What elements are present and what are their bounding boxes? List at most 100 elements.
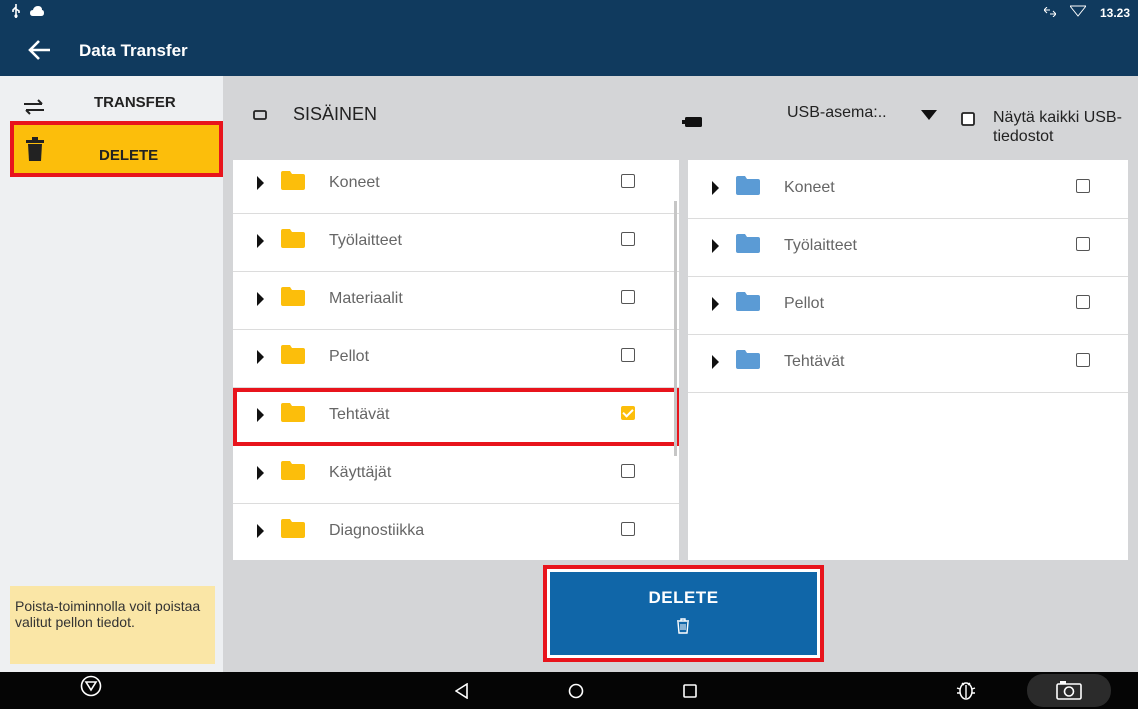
folder-checkbox[interactable] xyxy=(1076,295,1090,309)
status-bar: 13.23 xyxy=(0,0,1138,24)
folder-checkbox[interactable] xyxy=(621,348,635,362)
back-arrow-icon xyxy=(28,40,50,60)
folder-row[interactable]: Materiaalit xyxy=(233,272,679,330)
internal-storage-label: SISÄINEN xyxy=(293,104,378,124)
folder-icon xyxy=(736,234,760,258)
info-box: Poista-toiminnolla voit poistaa valitut … xyxy=(10,586,215,664)
delete-button[interactable]: DELETE xyxy=(550,572,817,655)
folder-checkbox[interactable] xyxy=(1076,237,1090,251)
folder-name: Diagnostiikka xyxy=(329,522,425,539)
internal-header: SISÄINEN xyxy=(253,104,377,125)
folder-name: Käyttäjät xyxy=(329,464,392,481)
data-transfer-icon xyxy=(1043,6,1057,20)
usb-drive-select-value: USB-asema:.. xyxy=(787,104,887,121)
folder-name: Koneet xyxy=(784,179,835,196)
tablet-icon xyxy=(253,104,267,125)
sidebar-item-label: TRANSFER xyxy=(94,94,176,111)
folder-icon xyxy=(736,292,760,316)
expand-chevron-icon[interactable] xyxy=(257,234,264,248)
assistant-button[interactable] xyxy=(80,675,102,702)
folder-icon xyxy=(281,519,305,543)
folder-name: Tehtävät xyxy=(329,406,390,423)
folder-row[interactable]: Tehtävät xyxy=(688,335,1128,393)
folder-checkbox[interactable] xyxy=(621,232,635,246)
expand-chevron-icon[interactable] xyxy=(712,181,719,195)
cloud-alert-icon xyxy=(30,5,44,20)
usb-icon xyxy=(10,4,22,21)
trash-icon xyxy=(26,137,44,166)
expand-chevron-icon[interactable] xyxy=(257,292,264,306)
folder-icon xyxy=(281,461,305,485)
expand-chevron-icon[interactable] xyxy=(257,176,264,190)
back-button[interactable] xyxy=(26,36,54,64)
folder-icon xyxy=(281,171,305,195)
expand-chevron-icon[interactable] xyxy=(257,350,264,364)
folder-icon xyxy=(736,350,760,374)
transfer-arrows-icon xyxy=(22,98,46,121)
status-time: 13.23 xyxy=(1099,5,1130,20)
folder-name: Koneet xyxy=(329,174,380,191)
expand-chevron-icon[interactable] xyxy=(712,297,719,311)
nav-back-icon xyxy=(454,682,468,700)
show-all-label: Näytä kaikki USB-tiedostot xyxy=(993,109,1122,145)
nav-home-icon xyxy=(568,683,584,699)
expand-chevron-icon[interactable] xyxy=(257,466,264,480)
folder-icon xyxy=(281,287,305,311)
usb-folder-list: Koneet Työlaitteet Pellot Tehtävät xyxy=(688,160,1128,560)
folder-row[interactable]: Diagnostiikka xyxy=(233,504,679,560)
bug-icon xyxy=(956,682,976,700)
usb-drive-select[interactable]: USB-asema:.. xyxy=(787,104,947,128)
folder-icon xyxy=(281,403,305,427)
folder-name: Pellot xyxy=(329,348,370,365)
triangle-circle-icon xyxy=(80,675,102,697)
folder-name: Työlaitteet xyxy=(784,237,857,254)
page-title: Data Transfer xyxy=(79,41,188,60)
wifi-icon xyxy=(1068,5,1088,20)
folder-icon xyxy=(736,176,760,200)
dropdown-caret-icon xyxy=(921,110,937,120)
folder-name: Tehtävät xyxy=(784,353,845,370)
app-bar: Data Transfer xyxy=(0,24,1138,76)
debug-button[interactable] xyxy=(955,679,977,706)
folder-name: Työlaitteet xyxy=(329,232,402,249)
folder-checkbox[interactable] xyxy=(621,174,635,188)
folder-icon xyxy=(281,345,305,369)
folder-checkbox[interactable] xyxy=(621,290,635,304)
folder-checkbox[interactable] xyxy=(621,464,635,478)
camera-icon xyxy=(1056,680,1082,705)
expand-chevron-icon[interactable] xyxy=(712,355,719,369)
show-all-usb-files-toggle[interactable]: Näytä kaikki USB-tiedostot xyxy=(961,108,1131,158)
folder-row[interactable]: Pellot xyxy=(233,330,679,388)
folder-row[interactable]: Koneet xyxy=(688,161,1128,219)
screenshot-pill[interactable] xyxy=(1027,674,1111,707)
folder-row[interactable]: Pellot xyxy=(688,277,1128,335)
usb-drive-icon xyxy=(682,114,702,132)
show-all-checkbox[interactable] xyxy=(961,112,975,131)
delete-button-label: DELETE xyxy=(648,588,719,607)
folder-checkbox[interactable] xyxy=(621,406,635,420)
folder-checkbox[interactable] xyxy=(621,522,635,536)
nav-recents-icon xyxy=(683,684,697,698)
folder-row[interactable]: Työlaitteet xyxy=(688,219,1128,277)
folder-row[interactable]: Tehtävät xyxy=(233,388,679,446)
nav-recents-button[interactable] xyxy=(683,684,697,703)
sidebar-item-delete[interactable]: DELETE xyxy=(10,121,223,177)
main-content: SISÄINEN USB-asema:.. Näytä kaikki USB-t… xyxy=(223,76,1138,672)
nav-back-button[interactable] xyxy=(454,682,469,704)
folder-row[interactable]: Työlaitteet xyxy=(233,214,679,272)
folder-row[interactable]: Koneet xyxy=(233,160,679,214)
expand-chevron-icon[interactable] xyxy=(257,408,264,422)
folder-checkbox[interactable] xyxy=(1076,179,1090,193)
delete-button-frame: DELETE xyxy=(543,565,824,662)
nav-home-button[interactable] xyxy=(568,683,584,704)
system-navigation-bar xyxy=(0,672,1138,709)
scrollbar[interactable] xyxy=(674,201,677,456)
expand-chevron-icon[interactable] xyxy=(712,239,719,253)
folder-name: Materiaalit xyxy=(329,290,403,307)
folder-checkbox[interactable] xyxy=(1076,353,1090,367)
folder-icon xyxy=(281,229,305,253)
folder-row[interactable]: Käyttäjät xyxy=(233,446,679,504)
sidebar-item-label: DELETE xyxy=(99,147,159,164)
expand-chevron-icon[interactable] xyxy=(257,524,264,538)
internal-folder-list: Koneet Työlaitteet Materiaalit Pellot Tehtäv… xyxy=(233,160,679,560)
